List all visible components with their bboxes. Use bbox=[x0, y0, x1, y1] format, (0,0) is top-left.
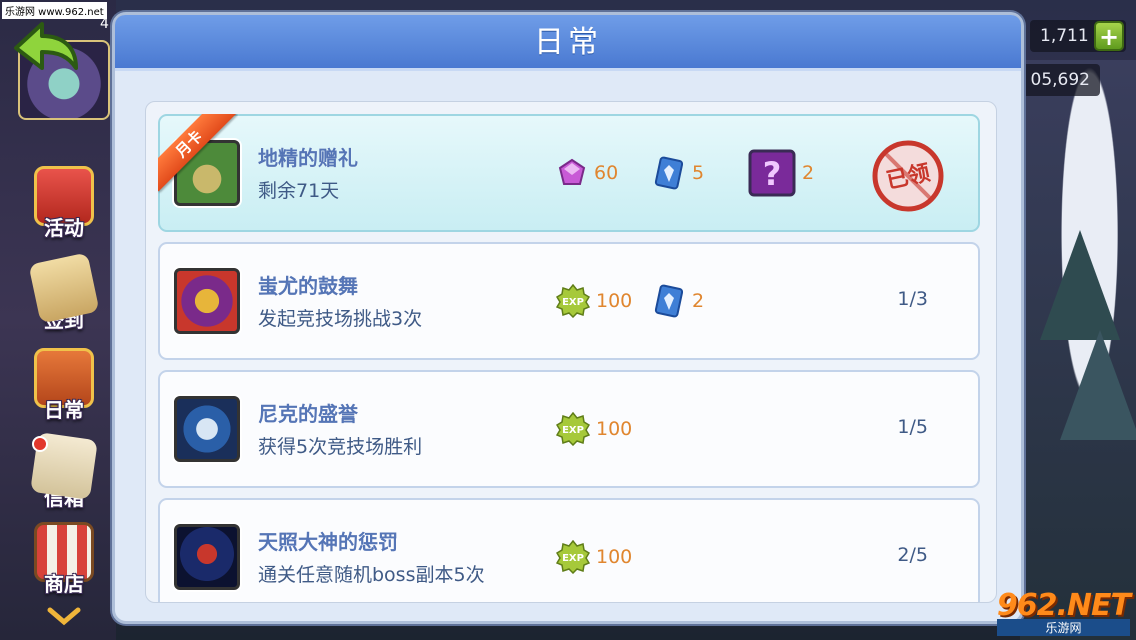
chevron-down-icon[interactable] bbox=[46, 606, 82, 626]
svg-text:EXP: EXP bbox=[562, 297, 584, 308]
task-thumbnail bbox=[174, 396, 240, 462]
card-icon bbox=[654, 284, 684, 318]
task-thumbnail bbox=[174, 524, 240, 590]
exp-icon: EXP bbox=[556, 540, 590, 574]
task-row[interactable]: 尼克的盛誉 获得5次竞技场胜利 EXP 100 1/5 bbox=[158, 370, 980, 488]
task-title: 天照大神的惩罚 bbox=[258, 530, 398, 554]
task-subtitle: 发起竞技场挑战3次 bbox=[258, 308, 423, 330]
watermark-logo-text: 962.NET bbox=[996, 588, 1131, 623]
mystery-box-icon: ? bbox=[748, 149, 796, 197]
card-icon bbox=[654, 156, 684, 190]
crystal-icon bbox=[558, 158, 586, 185]
scroll-icon bbox=[28, 252, 100, 324]
reward-amount: 60 bbox=[594, 162, 619, 184]
sidebar-item-label: 商店 bbox=[44, 572, 84, 596]
reward-item: 2 bbox=[652, 284, 704, 318]
task-row[interactable]: 蚩尤的鼓舞 发起竞技场挑战3次 EXP 100 2 1/3 bbox=[158, 242, 980, 360]
svg-text:EXP: EXP bbox=[562, 553, 584, 564]
monthly-card-ribbon: 月卡 bbox=[158, 114, 238, 194]
task-title: 地精的赠礼 bbox=[258, 146, 358, 170]
gold-counter: 05,692 bbox=[1020, 64, 1100, 96]
sidebar-item-mailbox[interactable]: 信箱 bbox=[26, 432, 102, 511]
add-gems-button[interactable]: + bbox=[1094, 21, 1124, 51]
sidebar-item-shop[interactable]: 商店 bbox=[26, 522, 102, 597]
ribbon-label: 月卡 bbox=[158, 114, 237, 192]
task-progress: 2/5 bbox=[897, 544, 928, 566]
task-row[interactable]: 天照大神的惩罚 通关任意随机boss副本5次 EXP 100 2/5 bbox=[158, 498, 980, 602]
sidebar-item-label: 活动 bbox=[44, 216, 84, 240]
tree-decoration bbox=[1040, 230, 1120, 340]
reward-item: 5 bbox=[652, 156, 704, 190]
sidebar-item-checkin[interactable]: 签到 bbox=[26, 252, 102, 333]
task-title: 尼克的盛誉 bbox=[258, 402, 358, 426]
reward-amount: 100 bbox=[596, 418, 633, 440]
svg-text:?: ? bbox=[763, 155, 782, 193]
watermark-logo: 962.NET 乐游网 bbox=[996, 588, 1131, 636]
svg-text:EXP: EXP bbox=[562, 425, 584, 436]
sidebar-item-label: 日常 bbox=[44, 398, 84, 422]
gold-value: 05,692 bbox=[1030, 70, 1090, 90]
task-subtitle: 获得5次竞技场胜利 bbox=[258, 436, 423, 458]
gems-value: 1,711 bbox=[1040, 26, 1089, 46]
task-thumbnail bbox=[174, 268, 240, 334]
reward-item: EXP 100 bbox=[556, 284, 632, 318]
reward-item: ? 2 bbox=[748, 149, 815, 197]
daily-tasks-panel: 日常 月卡 地精的赠礼 剩余71天 60 5 ? 2 已领 蚩尤的鼓舞 发起竞技… bbox=[112, 12, 1024, 624]
task-row[interactable]: 月卡 地精的赠礼 剩余71天 60 5 ? 2 已领 bbox=[158, 114, 980, 232]
exp-icon: EXP bbox=[556, 412, 590, 446]
panel-title: 日常 bbox=[115, 15, 1021, 71]
tree-decoration bbox=[1060, 330, 1136, 440]
reward-amount: 100 bbox=[596, 546, 633, 568]
task-subtitle: 通关任意随机boss副本5次 bbox=[258, 564, 485, 586]
reward-item: 60 bbox=[556, 156, 618, 190]
reward-amount: 100 bbox=[596, 290, 633, 312]
exp-icon: EXP bbox=[556, 284, 590, 318]
notification-badge bbox=[32, 436, 48, 452]
watermark-top: 乐游网 www.962.net bbox=[2, 2, 107, 19]
task-subtitle: 剩余71天 bbox=[258, 180, 340, 202]
claimed-stamp: 已领 bbox=[872, 140, 944, 212]
reward-item: EXP 100 bbox=[556, 412, 632, 446]
sidebar-item-events[interactable]: 活动 bbox=[26, 166, 102, 241]
back-arrow-icon[interactable] bbox=[10, 18, 80, 80]
task-progress: 1/3 bbox=[897, 288, 928, 310]
reward-amount: 5 bbox=[692, 162, 705, 184]
task-title: 蚩尤的鼓舞 bbox=[258, 274, 358, 298]
reward-item: EXP 100 bbox=[556, 540, 632, 574]
task-progress: 1/5 bbox=[897, 416, 928, 438]
sidebar-item-daily[interactable]: 日常 bbox=[26, 348, 102, 423]
task-list[interactable]: 月卡 地精的赠礼 剩余71天 60 5 ? 2 已领 蚩尤的鼓舞 发起竞技场挑战… bbox=[145, 101, 997, 603]
reward-amount: 2 bbox=[692, 290, 705, 312]
reward-amount: 2 bbox=[802, 162, 815, 184]
